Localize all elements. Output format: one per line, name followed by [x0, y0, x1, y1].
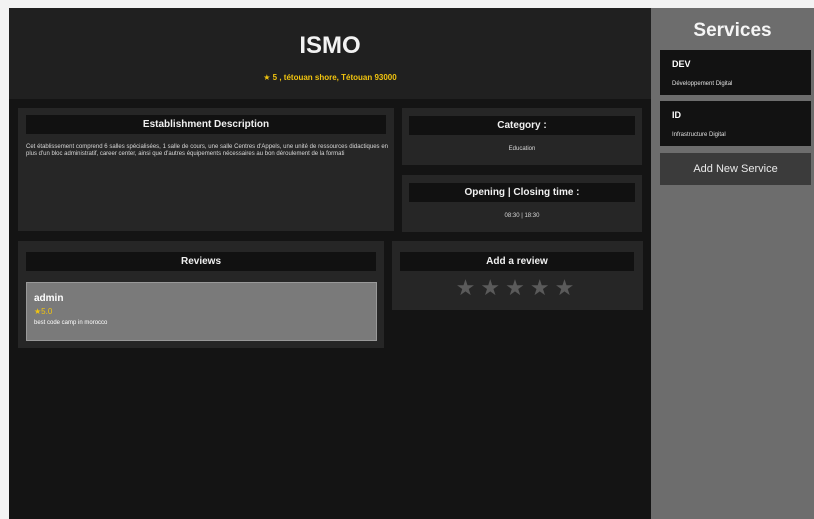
add-new-service-button[interactable]: Add New Service [660, 153, 811, 185]
rating-stars: ★★★★★ [392, 275, 643, 301]
hours-heading: Opening | Closing time : [409, 183, 635, 202]
description-card: Establishment Description Cet établissem… [18, 108, 394, 231]
services-title: Services [693, 20, 772, 41]
reviews-heading: Reviews [26, 252, 376, 271]
add-review-heading: Add a review [400, 252, 634, 271]
establishment-title: ISMO [299, 32, 361, 59]
service-name: Infrastructure Digital [672, 132, 726, 138]
rating-star-2-icon[interactable]: ★ [480, 275, 505, 300]
service-code: DEV [672, 59, 691, 69]
services-sidebar: Services DEV Développement Digital ID In… [651, 8, 814, 519]
review-user: admin [34, 293, 64, 304]
hours-value: 08:30 | 18:30 [504, 213, 540, 219]
add-review-card: Add a review ★★★★★ [392, 241, 643, 310]
review-rating: ★5.0 [34, 307, 53, 316]
address-text: 5 , tétouan shore, Tétouan 93000 [272, 73, 397, 82]
service-code: ID [672, 110, 681, 120]
establishment-address: ★ 5 , tétouan shore, Tétouan 93000 [9, 73, 651, 82]
service-name: Développement Digital [672, 81, 733, 87]
description-text: Cet établissement comprend 6 salles spéc… [26, 144, 388, 157]
category-heading: Category : [409, 116, 635, 135]
service-item-id[interactable]: ID Infrastructure Digital [660, 101, 811, 146]
review-item: admin ★5.0 best code camp in morocco [26, 282, 377, 341]
star-icon: ★ [263, 73, 271, 82]
rating-star-1-icon[interactable]: ★ [456, 275, 481, 300]
review-text: best code camp in morocco [34, 320, 108, 326]
description-heading: Establishment Description [26, 115, 386, 134]
hours-card: Opening | Closing time : 08:30 | 18:30 [402, 175, 642, 232]
service-item-dev[interactable]: DEV Développement Digital [660, 50, 811, 95]
rating-star-3-icon[interactable]: ★ [505, 275, 530, 300]
category-value: Education [508, 146, 536, 152]
category-card: Category : Education [402, 108, 642, 165]
main-panel: ISMO ★ 5 , tétouan shore, Tétouan 93000 … [9, 8, 651, 519]
rating-star-4-icon[interactable]: ★ [530, 275, 555, 300]
reviews-card: Reviews admin ★5.0 best code camp in mor… [18, 241, 384, 348]
rating-star-5-icon[interactable]: ★ [555, 275, 580, 300]
establishment-header: ISMO ★ 5 , tétouan shore, Tétouan 93000 [9, 8, 651, 99]
